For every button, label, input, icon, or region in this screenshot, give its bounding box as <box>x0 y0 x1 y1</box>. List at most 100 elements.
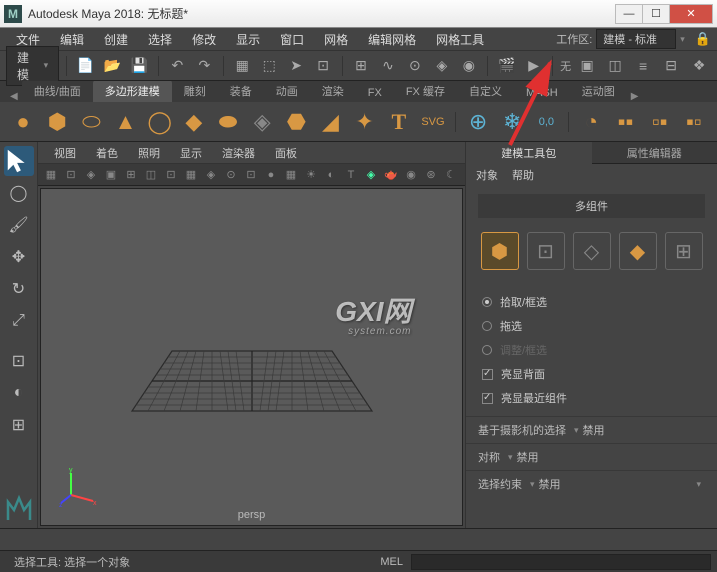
poly-torus-icon[interactable]: ◯ <box>145 106 175 138</box>
tab-attribute-editor[interactable]: 属性编辑器 <box>592 142 717 164</box>
close-button[interactable]: ✕ <box>669 4 713 24</box>
bool-inter-icon[interactable]: ▪▫ <box>679 106 709 138</box>
bool-union-icon[interactable]: ▪▪ <box>611 106 641 138</box>
paint-select-tool[interactable]: 🖌 <box>4 210 34 240</box>
workspace-chevron-icon[interactable]: ▾ <box>680 34 685 45</box>
rp-menu-help[interactable]: 帮助 <box>512 167 534 183</box>
last-tool[interactable]: ⊡ <box>4 346 34 376</box>
pt-gate-mask-icon[interactable]: ▦ <box>182 166 200 184</box>
shelf-tab-custom[interactable]: 自定义 <box>457 80 514 102</box>
prop-camera-select[interactable]: 基于摄影机的选择 ▾ 禁用 <box>466 416 717 443</box>
shelf-tab-animation[interactable]: 动画 <box>264 80 310 102</box>
new-scene-button[interactable]: 📄 <box>74 54 97 78</box>
menu-window[interactable]: 窗口 <box>270 28 314 51</box>
panel-menu-panels[interactable]: 面板 <box>267 143 305 163</box>
snap-point-button[interactable]: ⊙ <box>403 54 426 78</box>
option-tweak[interactable]: 调整/框选 <box>482 338 701 362</box>
option-highlight-near[interactable]: 亮显最近组件 <box>482 386 701 410</box>
move-tool[interactable]: ✥ <box>4 242 34 272</box>
poly-prism-icon[interactable]: ⬣ <box>281 106 311 138</box>
pt-grid-icon[interactable]: ⊞ <box>122 166 140 184</box>
shelf-tab-rigging[interactable]: 装备 <box>218 80 264 102</box>
save-button[interactable]: 💾 <box>128 54 151 78</box>
symm-tool[interactable]: ⊞ <box>4 410 34 440</box>
pt-ao-icon[interactable]: ◉ <box>402 166 420 184</box>
pt-image-plane-icon[interactable]: ▣ <box>102 166 120 184</box>
menu-create[interactable]: 创建 <box>94 28 138 51</box>
isolate-button[interactable]: ◫ <box>603 54 627 78</box>
menu-modify[interactable]: 修改 <box>182 28 226 51</box>
select-object-button[interactable]: ➤ <box>285 54 308 78</box>
panel-menu-renderer[interactable]: 渲染器 <box>214 143 263 163</box>
select-by-type-button[interactable]: ▦ <box>231 54 254 78</box>
comp-vertex-button[interactable]: ⊡ <box>527 232 565 270</box>
shelf-tab-sculpt[interactable]: 雕刻 <box>172 80 218 102</box>
snap-grid-button[interactable]: ⊞ <box>350 54 373 78</box>
render-button[interactable]: 🎬 <box>495 54 518 78</box>
aim-constraint-icon[interactable]: ⊕ <box>463 106 493 138</box>
poly-sphere-icon[interactable]: ● <box>8 106 38 138</box>
module-selector[interactable]: 建模 <box>6 46 59 86</box>
option-highlight-back[interactable]: 亮显背面 <box>482 362 701 386</box>
viewport[interactable]: GXI网 system.com y x z persp <box>40 188 463 526</box>
open-button[interactable]: 📂 <box>101 54 124 78</box>
prop-constraint[interactable]: 选择约束 ▾ 禁用 ▾ <box>466 470 717 497</box>
select-hierarchy-button[interactable]: ⬚ <box>258 54 281 78</box>
option-pick[interactable]: 拾取/框选 <box>482 290 701 314</box>
shelf-tab-fx[interactable]: FX <box>356 84 394 102</box>
snap-live-button[interactable]: ◉ <box>457 54 480 78</box>
menu-display[interactable]: 显示 <box>226 28 270 51</box>
comp-uv-button[interactable]: ⊞ <box>665 232 703 270</box>
minimize-button[interactable]: — <box>615 4 643 24</box>
shelf-nav-left-icon[interactable]: ◀ <box>6 91 22 102</box>
snap-curve-button[interactable]: ∿ <box>376 54 399 78</box>
shelf-nav-right-icon[interactable]: ▶ <box>627 91 643 102</box>
panel-menu-view[interactable]: 视图 <box>46 143 84 163</box>
pt-isolate-icon[interactable]: T <box>342 166 360 184</box>
pt-bookmark-icon[interactable]: ◈ <box>82 166 100 184</box>
undo-button[interactable]: ↶ <box>166 54 189 78</box>
redo-button[interactable]: ↷ <box>193 54 216 78</box>
pt-motion-blur-icon[interactable]: ⊛ <box>422 166 440 184</box>
select-component-button[interactable]: ⊡ <box>312 54 335 78</box>
pt-exposure-icon[interactable]: ☾ <box>442 166 460 184</box>
menu-mesh-tools[interactable]: 网格工具 <box>426 28 494 51</box>
shelf-tab-motion[interactable]: 运动图 <box>570 80 627 102</box>
pt-film-gate-icon[interactable]: ◫ <box>142 166 160 184</box>
pt-lights-icon[interactable]: ☀ <box>302 166 320 184</box>
poly-platonic-icon[interactable]: ◈ <box>247 106 277 138</box>
layers-button[interactable]: ❖ <box>687 54 711 78</box>
lasso-tool[interactable]: ◯ <box>4 178 34 208</box>
menu-mesh[interactable]: 网格 <box>314 28 358 51</box>
panel-menu-lighting[interactable]: 照明 <box>130 143 168 163</box>
comp-edge-button[interactable]: ◇ <box>573 232 611 270</box>
panel-menu-shading[interactable]: 着色 <box>88 143 126 163</box>
workspace-selector[interactable]: 建模 - 标准 <box>596 29 676 49</box>
shelf-tab-fxcache[interactable]: FX 缓存 <box>394 80 457 102</box>
bool-diff-icon[interactable]: ▫▪ <box>645 106 675 138</box>
comp-face-button[interactable]: ◆ <box>619 232 657 270</box>
tab-modeling-toolkit[interactable]: 建模工具包 <box>466 142 592 164</box>
lock-icon[interactable]: 🔒 <box>695 31 711 47</box>
pt-xray-icon[interactable]: ◈ <box>362 166 380 184</box>
pt-smooth-shade-icon[interactable]: ● <box>262 166 280 184</box>
prop-symmetry[interactable]: 对称 ▾ 禁用 <box>466 443 717 470</box>
menu-edit-mesh[interactable]: 编辑网格 <box>358 28 426 51</box>
menu-select[interactable]: 选择 <box>138 28 182 51</box>
soft-select-tool[interactable]: ◐ <box>4 378 34 408</box>
pt-shadows-icon[interactable]: ◐ <box>322 166 340 184</box>
option-drag[interactable]: 拖选 <box>482 314 701 338</box>
snow-icon[interactable]: 0,0 <box>531 106 561 138</box>
comp-object-button[interactable]: ⬢ <box>481 232 519 270</box>
poly-cylinder-icon[interactable]: ⬭ <box>76 106 106 138</box>
poly-plane-icon[interactable]: ◆ <box>179 106 209 138</box>
outliner-button[interactable]: ⊟ <box>659 54 683 78</box>
x-ray-button[interactable]: ▣ <box>575 54 599 78</box>
pt-safe-action-icon[interactable]: ⊙ <box>222 166 240 184</box>
poly-disc-icon[interactable]: ⬬ <box>213 106 243 138</box>
command-input[interactable] <box>411 554 711 570</box>
scale-tool[interactable]: ⤢ <box>4 306 34 336</box>
poly-sparkle-icon[interactable]: ✦ <box>350 106 380 138</box>
rotate-tool[interactable]: ↻ <box>4 274 34 304</box>
list-button[interactable]: ≡ <box>631 54 655 78</box>
